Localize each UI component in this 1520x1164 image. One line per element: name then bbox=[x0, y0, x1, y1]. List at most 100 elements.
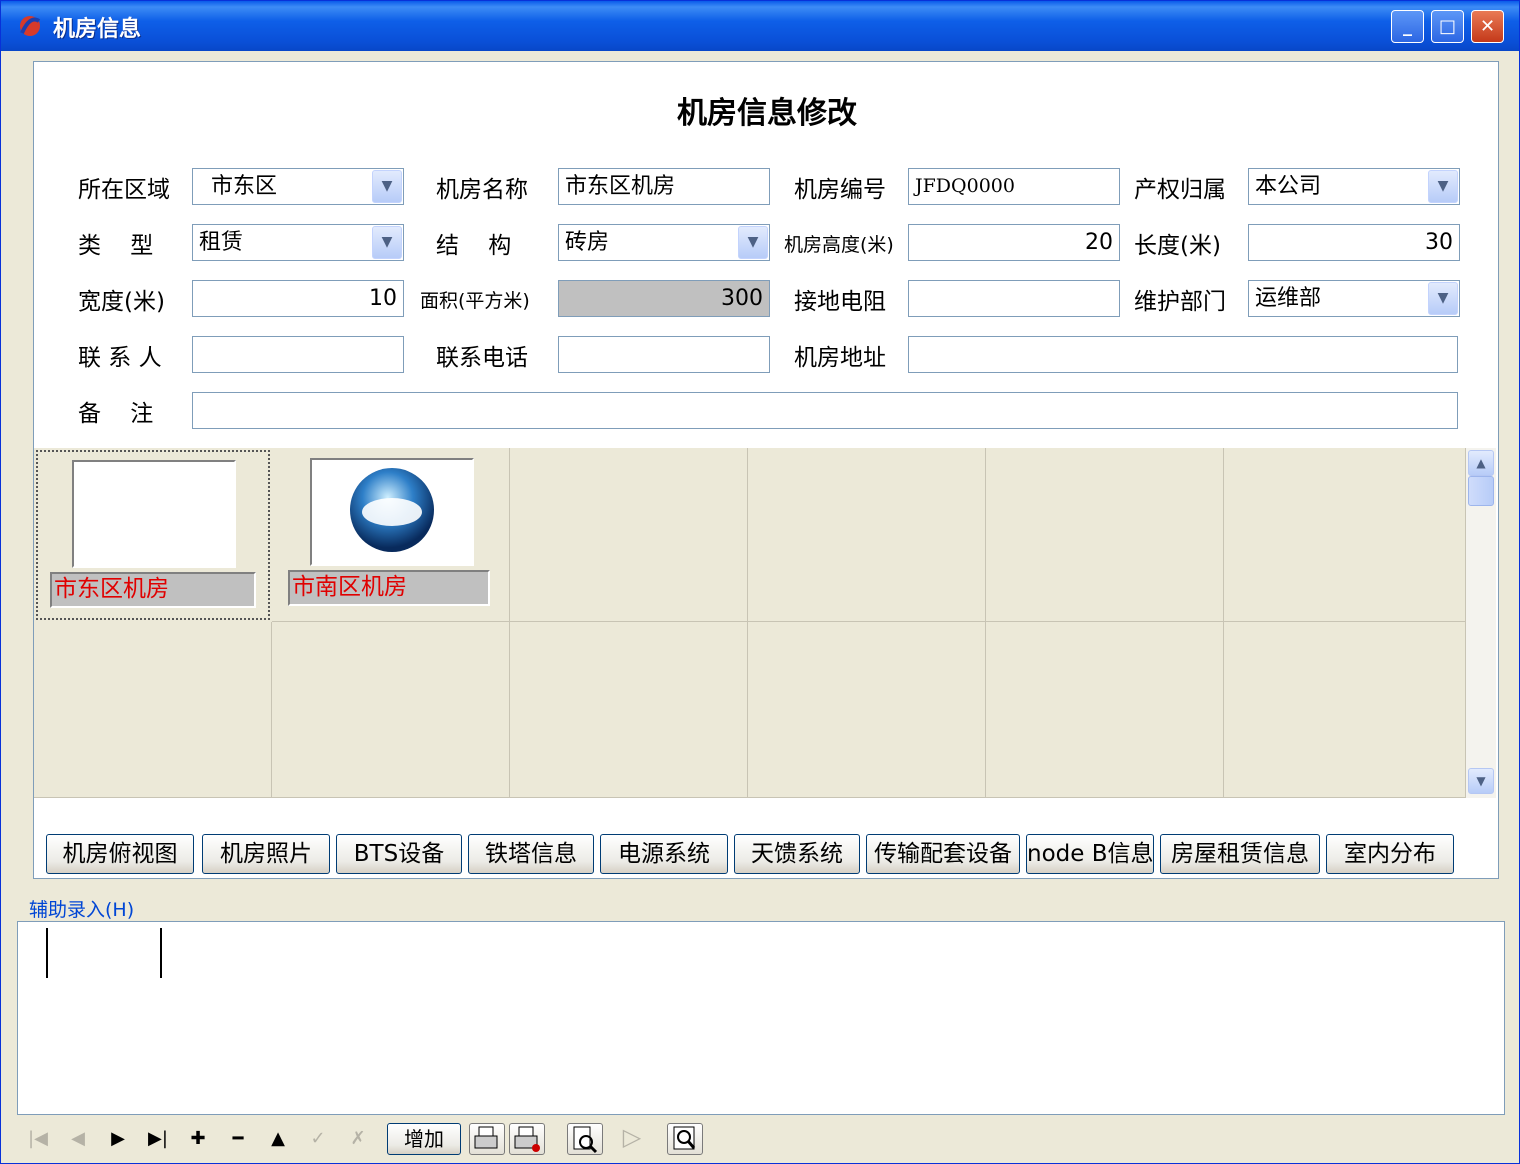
maximize-button[interactable]: □ bbox=[1431, 10, 1464, 43]
prior-record-icon[interactable]: ◀ bbox=[65, 1127, 91, 1151]
ground-resistance-field[interactable] bbox=[908, 280, 1120, 317]
delete-icon[interactable]: ━ bbox=[225, 1127, 251, 1151]
aux-input-area[interactable] bbox=[17, 921, 1505, 1115]
ownership-label: 产权归属 bbox=[1134, 177, 1226, 203]
minimize-button[interactable]: _ bbox=[1391, 10, 1424, 43]
room-no-field[interactable]: JFDQ0000 bbox=[908, 168, 1120, 205]
column-divider bbox=[160, 928, 162, 978]
chevron-down-icon[interactable]: ▼ bbox=[372, 170, 402, 203]
print-icon[interactable] bbox=[469, 1123, 505, 1155]
preview-icon[interactable] bbox=[567, 1123, 603, 1155]
gallery-cell[interactable] bbox=[272, 622, 510, 798]
next-record-icon[interactable]: ▶ bbox=[105, 1127, 131, 1151]
gallery-cell[interactable] bbox=[748, 448, 986, 622]
region-label: 所在区域 bbox=[78, 177, 170, 203]
tab-lease[interactable]: 房屋租赁信息 bbox=[1160, 834, 1320, 874]
ownership-value: 本公司 bbox=[1255, 174, 1322, 199]
chevron-down-icon[interactable]: ▼ bbox=[1428, 170, 1458, 203]
add-button[interactable]: 增加 bbox=[387, 1123, 461, 1155]
aux-input-legend: 辅助录入(H) bbox=[27, 895, 137, 922]
form-heading: 机房信息修改 bbox=[677, 96, 857, 131]
edit-icon[interactable]: ▲ bbox=[265, 1127, 291, 1151]
first-record-icon[interactable]: |◀ bbox=[25, 1127, 51, 1151]
globe-icon bbox=[350, 468, 434, 552]
gallery-cell[interactable] bbox=[986, 448, 1224, 622]
height-label: 机房高度(米) bbox=[784, 234, 894, 256]
scroll-thumb[interactable] bbox=[1468, 476, 1494, 506]
length-field[interactable]: 30 bbox=[1248, 224, 1460, 261]
chevron-down-icon[interactable]: ▼ bbox=[1428, 282, 1458, 315]
area-field: 300 bbox=[558, 280, 770, 317]
play-icon[interactable]: ▷ bbox=[619, 1125, 645, 1149]
tab-photos[interactable]: 机房照片 bbox=[202, 834, 330, 874]
cancel-icon[interactable]: ✗ bbox=[345, 1127, 371, 1151]
gallery-cell[interactable] bbox=[748, 622, 986, 798]
remarks-field[interactable] bbox=[192, 392, 1458, 429]
width-label: 宽度(米) bbox=[78, 289, 165, 315]
region-value: 市东区 bbox=[211, 174, 278, 199]
ownership-select[interactable]: 本公司 ▼ bbox=[1248, 168, 1460, 205]
chevron-down-icon[interactable]: ▼ bbox=[1468, 768, 1494, 794]
room-name-label: 机房名称 bbox=[436, 177, 528, 203]
gallery-item[interactable]: 市南区机房 bbox=[272, 448, 510, 622]
type-label: 类 型 bbox=[78, 233, 154, 259]
tab-indoor[interactable]: 室内分布 bbox=[1326, 834, 1454, 874]
length-label: 长度(米) bbox=[1134, 233, 1221, 259]
last-record-icon[interactable]: ▶| bbox=[145, 1127, 171, 1151]
gallery-item[interactable]: 市东区机房 bbox=[36, 450, 270, 620]
gallery-cell[interactable] bbox=[510, 448, 748, 622]
phone-field[interactable] bbox=[558, 336, 770, 373]
tab-node-b[interactable]: node B信息 bbox=[1026, 834, 1154, 874]
maint-dept-value: 运维部 bbox=[1255, 286, 1322, 311]
app-icon bbox=[20, 16, 41, 36]
title-bar[interactable]: 机房信息 _ □ ✕ bbox=[1, 1, 1519, 51]
contact-label: 联 系 人 bbox=[78, 345, 162, 371]
room-gallery: 市东区机房 市南区机房 bbox=[34, 448, 1466, 798]
tab-transmission[interactable]: 传输配套设备 bbox=[866, 834, 1020, 874]
gallery-cell[interactable] bbox=[34, 622, 272, 798]
tab-top-view[interactable]: 机房俯视图 bbox=[46, 834, 194, 874]
column-divider bbox=[46, 928, 48, 978]
gallery-caption: 市东区机房 bbox=[50, 572, 256, 608]
region-select[interactable]: 市东区 ▼ bbox=[192, 168, 404, 205]
tab-bts[interactable]: BTS设备 bbox=[336, 834, 462, 874]
width-field[interactable]: 10 bbox=[192, 280, 404, 317]
gallery-cell[interactable] bbox=[986, 622, 1224, 798]
gallery-caption: 市南区机房 bbox=[288, 570, 490, 606]
tab-power[interactable]: 电源系统 bbox=[600, 834, 728, 874]
print-setup-icon[interactable] bbox=[509, 1123, 545, 1155]
close-button[interactable]: ✕ bbox=[1471, 10, 1504, 43]
gallery-cell[interactable] bbox=[1224, 622, 1466, 798]
area-label: 面积(平方米) bbox=[420, 290, 530, 312]
insert-icon[interactable]: ✚ bbox=[185, 1127, 211, 1151]
structure-select[interactable]: 砖房 ▼ bbox=[558, 224, 770, 261]
chevron-up-icon[interactable]: ▲ bbox=[1468, 450, 1494, 476]
maint-dept-label: 维护部门 bbox=[1134, 289, 1226, 315]
remarks-label: 备 注 bbox=[78, 401, 154, 427]
height-field[interactable]: 20 bbox=[908, 224, 1120, 261]
search-icon[interactable] bbox=[667, 1123, 703, 1155]
room-thumbnail bbox=[72, 460, 236, 568]
type-select[interactable]: 租赁 ▼ bbox=[192, 224, 404, 261]
post-icon[interactable]: ✓ bbox=[305, 1127, 331, 1151]
address-label: 机房地址 bbox=[794, 345, 886, 371]
tab-tower[interactable]: 铁塔信息 bbox=[468, 834, 594, 874]
gallery-cell[interactable] bbox=[1224, 448, 1466, 622]
phone-label: 联系电话 bbox=[436, 345, 528, 371]
address-field[interactable] bbox=[908, 336, 1458, 373]
room-name-field[interactable]: 市东区机房 bbox=[558, 168, 770, 205]
client-area: 机房信息修改 所在区域 市东区 ▼ 机房名称 市东区机房 机房编号 JFDQ00… bbox=[9, 51, 1513, 1157]
window-title: 机房信息 bbox=[53, 17, 142, 42]
record-navigator: |◀ ◀ ▶ ▶| ✚ ━ ▲ ✓ ✗ 增加 ▷ bbox=[9, 1119, 1513, 1157]
tab-antenna[interactable]: 天馈系统 bbox=[734, 834, 860, 874]
gallery-cell[interactable] bbox=[510, 622, 748, 798]
type-value: 租赁 bbox=[199, 230, 244, 255]
contact-field[interactable] bbox=[192, 336, 404, 373]
structure-value: 砖房 bbox=[565, 230, 610, 255]
gallery-scrollbar[interactable]: ▲ ▼ bbox=[1466, 448, 1496, 798]
room-info-form: 机房信息修改 所在区域 市东区 ▼ 机房名称 市东区机房 机房编号 JFDQ00… bbox=[33, 61, 1499, 879]
maint-dept-select[interactable]: 运维部 ▼ bbox=[1248, 280, 1460, 317]
chevron-down-icon[interactable]: ▼ bbox=[372, 226, 402, 259]
room-no-label: 机房编号 bbox=[794, 177, 886, 203]
chevron-down-icon[interactable]: ▼ bbox=[738, 226, 768, 259]
